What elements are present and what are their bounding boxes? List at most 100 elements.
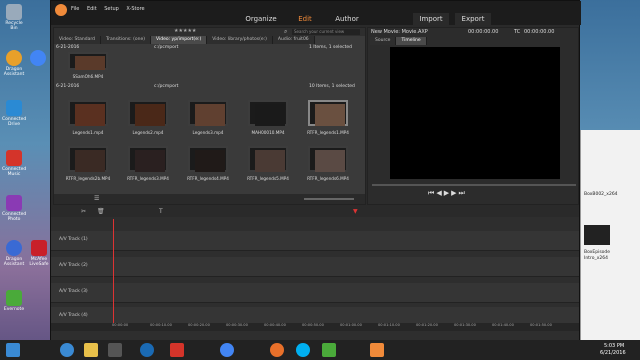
chrome-icon[interactable] [26,50,50,67]
tab-audio[interactable]: Audio: fruit06 [272,36,315,44]
tc-timecode: 00:00:00.00 [524,29,555,35]
menu-setup[interactable]: Setup [104,6,119,12]
ruler-label: 00:01:30.00 [454,323,476,327]
clip-thumbnail[interactable] [68,52,108,70]
tab-timeline[interactable]: Timeline [396,37,427,45]
track-label: A/V Track (3) [59,289,88,294]
ruler-label: 00:00:00 [112,323,129,327]
library-search-input[interactable]: Search your current view [292,29,360,35]
timeline-track[interactable]: A/V Track (2) [51,257,579,277]
ruler-label: 00:01:00.00 [340,323,362,327]
tab-video-library[interactable]: Video: library/photos(e:) [207,36,273,44]
track-label: A/V Track (1) [59,237,88,242]
explorer-icon[interactable] [84,343,98,357]
import-button[interactable]: Import [413,13,449,25]
track-label: A/V Track (4) [59,313,88,318]
library-tabs: Video: Standard Transitions: (one) Video… [54,36,315,44]
trash-icon[interactable]: 🗑 [97,208,105,215]
dragon-assistant-icon[interactable]: Dragon Assistant [2,50,26,77]
clip-thumbnail[interactable] [248,146,288,172]
playhead[interactable] [113,219,114,329]
clip-thumbnail[interactable] [248,100,288,126]
menu-xstore[interactable]: X-Store [126,6,144,12]
clip-name: SSamOh6.MP4 [72,74,104,79]
clip-thumbnail[interactable] [128,146,168,172]
clip-name: RTFR_legends3.MP4 [127,176,169,181]
clip-name: RTFR_legends6.MP4 [307,176,349,181]
ruler-label: 00:00:30.00 [226,323,248,327]
clip-name: RTFR_legends4.MP4 [187,176,229,181]
menu-file[interactable]: File [71,6,79,12]
timeline-track[interactable]: A/V Track (3) [51,283,579,303]
pinnacle-icon[interactable] [370,343,384,357]
app-icon[interactable] [170,343,184,357]
transport-controls: ⏮◀▶▶⏭ [428,189,467,198]
player-timecode: 00:00:00.00 [468,29,499,35]
side-window-item[interactable]: Intro_x264 [584,256,608,261]
side-window-item[interactable]: BoxB002_x264 [584,192,618,197]
clip-name: Legends3.mp4 [192,130,224,135]
ruler-label: 00:00:10.00 [150,323,172,327]
list-view-icon[interactable]: ☰ [94,195,99,202]
tab-transitions[interactable]: Transitions: (one) [101,36,151,44]
play-icon[interactable]: ▶ [444,189,451,197]
recycle-bin-icon[interactable]: Recycle Bin [2,4,26,31]
step-back-icon[interactable]: ◀ [436,189,443,197]
dragon-assistant-mic-icon[interactable]: Dragon Assistant [2,240,26,267]
taskbar: 5:03 PM 6/21/2016 [0,340,640,360]
group-date: 6-21-2016 [56,45,80,50]
zoom-slider[interactable] [304,198,354,200]
clip-name: RTFR_legends1.MP4 [307,130,349,135]
tab-video-import[interactable]: Video: yp/import(e:) [150,36,208,44]
connected-drive-icon[interactable]: Connected Drive [2,100,26,127]
tab-source[interactable]: Source [370,37,397,45]
chrome-taskbar-icon[interactable] [220,343,234,357]
menu-edit[interactable]: Edit [87,6,97,12]
ruler-label: 00:01:20.00 [416,323,438,327]
clip-thumbnail[interactable] [68,100,108,126]
tab-video-standard[interactable]: Video: Standard [54,36,102,44]
clip-thumbnail[interactable] [308,100,348,126]
edit-tab[interactable]: Edit [287,13,323,25]
text-icon[interactable]: T [159,208,163,215]
clip-name: RTFR_legends5.MP4 [247,176,289,181]
windows-start-icon[interactable] [6,343,20,357]
clip-thumbnail[interactable] [68,146,108,172]
clock-date: 6/21/2016 [600,350,626,356]
marker-icon[interactable]: ▼ [353,208,358,215]
group-path: c:/pcmport [154,45,179,50]
forward-icon[interactable]: ⏭ [458,189,466,197]
ruler-label: 00:01:40.00 [492,323,514,327]
camtasia-icon[interactable] [322,343,336,357]
evernote-icon[interactable]: Evernote [2,290,26,312]
clip-thumbnail[interactable] [308,146,348,172]
clip-name: RTFR_legends2b.MP4 [65,176,111,181]
mcafee-icon[interactable]: McAfee LiveSafe [27,240,51,267]
organize-tab[interactable]: Organize [241,13,281,25]
clip-thumbnail[interactable] [188,100,228,126]
clip-thumbnail[interactable] [188,146,228,172]
connected-photo-icon[interactable]: Connected Photo [2,195,26,222]
scrub-bar[interactable] [372,184,576,186]
timeline-track[interactable]: A/V Track (1) [51,231,579,251]
rating-stars[interactable]: ★★★★★ [174,28,196,34]
hp-icon[interactable] [140,343,154,357]
ruler-label: 00:00:40.00 [264,323,286,327]
ie-icon[interactable] [60,343,74,357]
player-title: New Movie: Movie.AXP [371,29,428,35]
scissors-icon[interactable]: ✂ [81,208,86,215]
author-tab[interactable]: Author [329,13,365,25]
group-info: 10 Items, 1 selected [309,84,355,89]
skype-icon[interactable] [296,343,310,357]
firefox-icon[interactable] [270,343,284,357]
side-window: BoxB002_x264 BoxEpisode Intro_x264 [580,130,640,340]
side-window-item[interactable]: BoxEpisode [584,250,610,255]
store-icon[interactable] [108,343,122,357]
connected-music-icon[interactable]: Connected Music [2,150,26,177]
search-icon[interactable]: ⌕ [284,28,287,36]
clip-name: MAH00010.MP4 [251,130,285,135]
app-window: File Edit Setup X-Store Organize Edit Au… [50,0,581,340]
menu-bar: File Edit Setup X-Store Organize Edit Au… [51,1,581,25]
export-button[interactable]: Export [455,13,491,25]
clip-thumbnail[interactable] [128,100,168,126]
